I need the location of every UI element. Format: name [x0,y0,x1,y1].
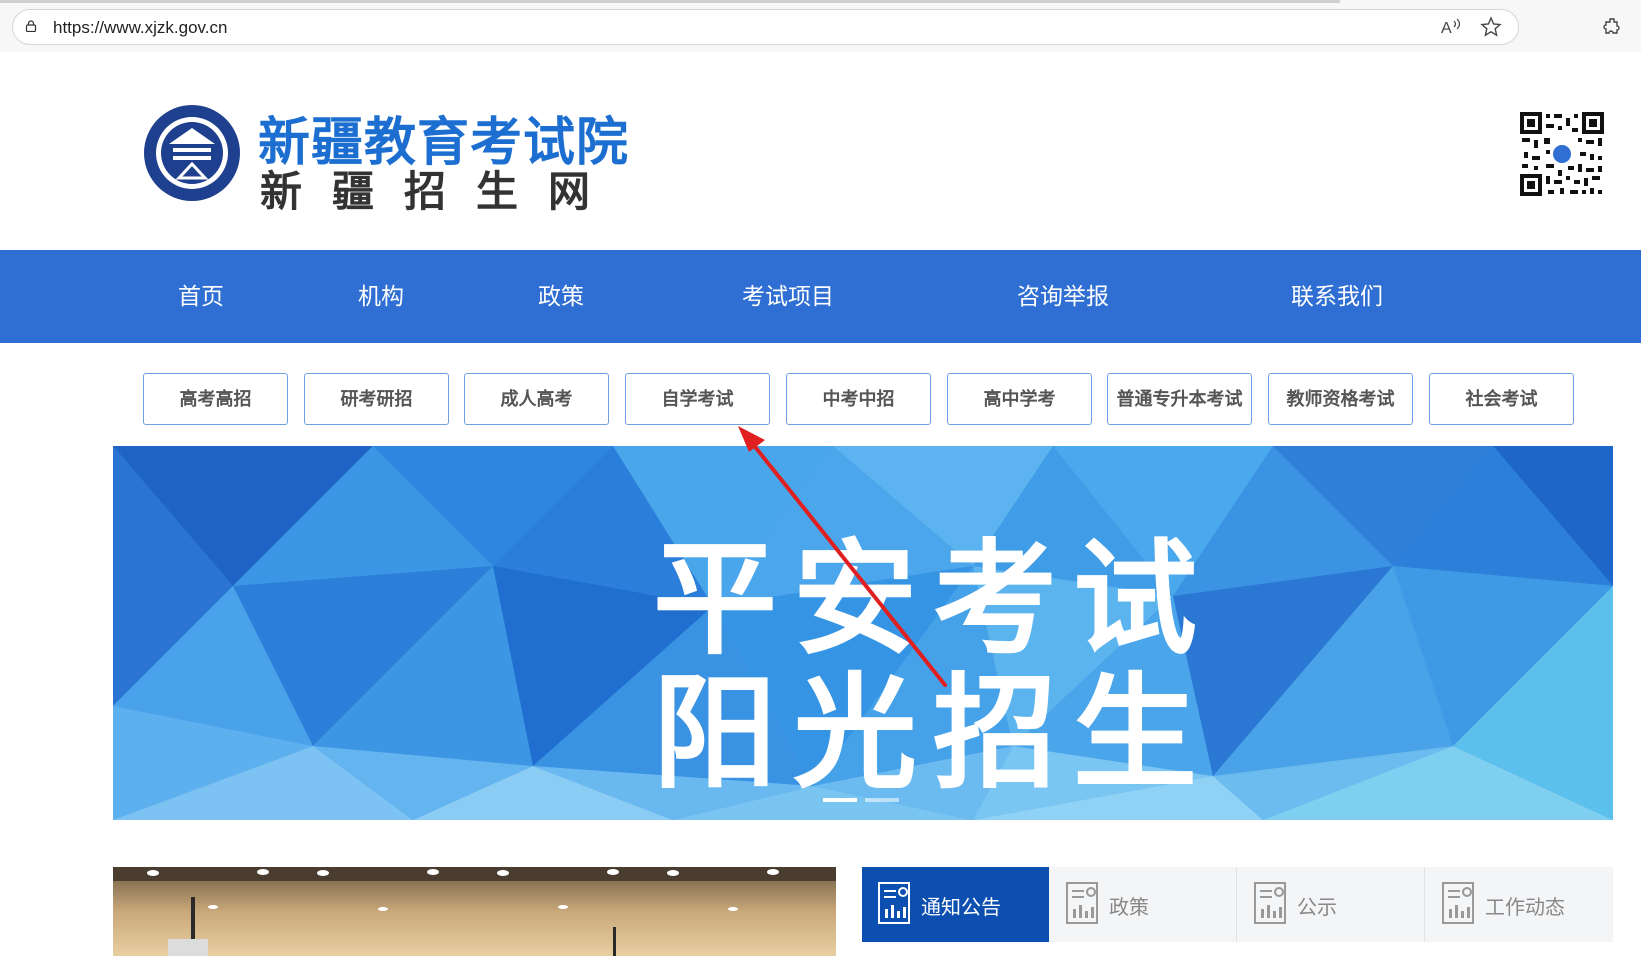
category-high-school-exam-button[interactable]: 高中学考 [947,373,1092,425]
document-chart-icon [878,882,910,924]
news-photo[interactable] [113,867,836,956]
tab-work-news-label: 工作动态 [1485,897,1565,919]
nav-home[interactable]: 首页 [178,250,224,343]
tab-public-notice-label: 公示 [1297,897,1337,919]
category-self-study-exam-button[interactable]: 自学考试 [625,373,770,425]
carousel-dot-2[interactable] [865,798,899,802]
favorite-star-icon[interactable] [1480,16,1502,38]
tab-public-notice[interactable]: 公示 [1238,867,1425,942]
nav-contact-us[interactable]: 联系我们 [1291,250,1383,343]
category-adult-exam-button[interactable]: 成人高考 [464,373,609,425]
address-bar[interactable]: https://www.xjzk.gov.cn A [12,9,1519,45]
news-tabs: 通知公告 政策 公示 工作动态 [862,867,1613,942]
tab-work-news[interactable]: 工作动态 [1426,867,1613,942]
tab-notices-label: 通知公告 [921,897,1001,919]
site-subtitle: 新疆招生网 [260,167,621,216]
tab-policy-label: 政策 [1109,897,1149,919]
category-graduate-exam-button[interactable]: 研考研招 [304,373,449,425]
url-text[interactable]: https://www.xjzk.gov.cn [53,18,227,38]
tab-strip-edge [0,0,1340,3]
category-gaokao-button[interactable]: 高考高招 [143,373,288,425]
category-upgrade-exam-button[interactable]: 普通专升本考试 [1107,373,1252,425]
read-aloud-icon[interactable]: A [1440,17,1462,37]
qr-code-icon [1518,110,1606,198]
carousel-dot-1[interactable] [823,798,857,802]
document-chart-icon [1066,882,1098,924]
nav-consult-report[interactable]: 咨询举报 [1017,250,1109,343]
institute-emblem-icon[interactable] [143,104,241,202]
category-teacher-qualification-button[interactable]: 教师资格考试 [1268,373,1413,425]
category-zhongkao-button[interactable]: 中考中招 [786,373,931,425]
nav-exam-projects[interactable]: 考试项目 [742,250,834,343]
svg-text:A: A [1441,20,1452,37]
tab-notices[interactable]: 通知公告 [862,867,1049,942]
document-chart-icon [1254,882,1286,924]
hero-banner[interactable]: 平安考试 阳光招生 [113,446,1613,820]
browser-toolbar: https://www.xjzk.gov.cn A [0,0,1641,52]
banner-slogan-line2: 阳光招生 [653,662,1214,806]
exam-category-bar: 高考高招 研考研招 成人高考 自学考试 中考中招 高中学考 普通专升本考试 教师… [0,373,1641,427]
tab-policy[interactable]: 政策 [1050,867,1237,942]
carousel-indicators [823,798,899,802]
main-nav: 首页 机构 政策 考试项目 咨询举报 联系我们 [0,250,1641,343]
category-social-exam-button[interactable]: 社会考试 [1429,373,1574,425]
site-header: 新疆教育考试院 新疆招生网 [0,52,1641,250]
document-chart-icon [1442,882,1474,924]
conference-room-image [113,867,836,956]
nav-organization[interactable]: 机构 [358,250,404,343]
nav-policy[interactable]: 政策 [538,250,584,343]
extensions-icon[interactable] [1603,16,1623,36]
lock-icon[interactable] [25,20,37,32]
